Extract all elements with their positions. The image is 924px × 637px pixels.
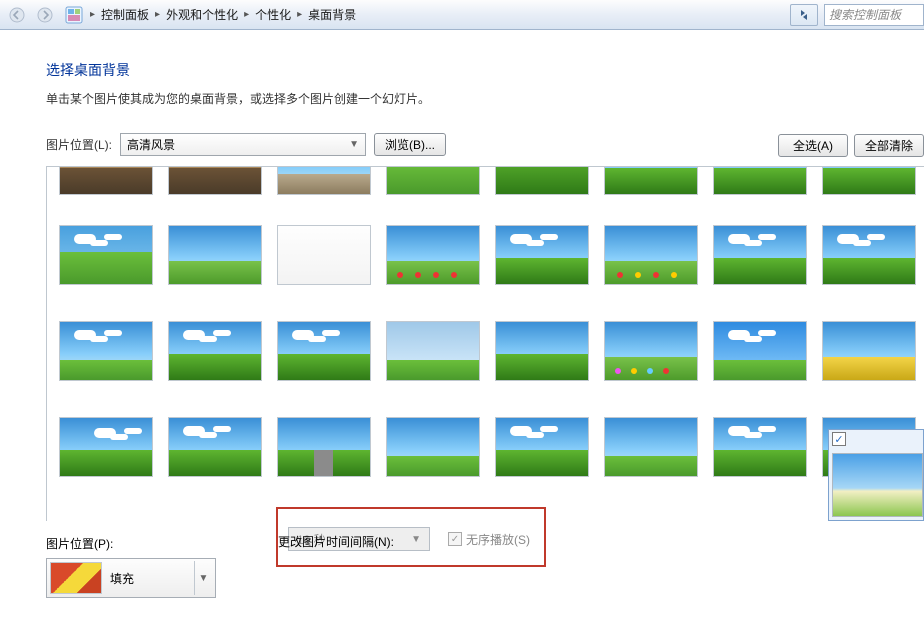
wallpaper-thumb[interactable] [160,169,269,207]
page-title: 选择桌面背景 [46,60,924,80]
picture-location-label: 图片位置(L): [46,136,112,153]
wallpaper-thumb[interactable] [378,303,487,399]
chevron-down-icon: ▼ [194,561,212,595]
search-placeholder: 搜索控制面板 [829,6,901,23]
clear-all-button[interactable]: 全部清除 [854,134,924,157]
wallpaper-thumb[interactable] [596,169,705,207]
fit-preview-icon [50,562,102,594]
wallpaper-thumb[interactable] [487,399,596,495]
wallpaper-image [832,453,923,517]
wallpaper-thumb[interactable] [378,399,487,495]
content-pane: 选择桌面背景 单击某个图片使其成为您的桌面背景，或选择多个图片创建一个幻灯片。 … [0,30,924,598]
breadcrumb-item[interactable]: 外观和个性化 [160,2,244,27]
forward-button[interactable] [32,3,58,27]
nav-left: ▸ 控制面板 ▸ 外观和个性化 ▸ 个性化 ▸ 桌面背景 [4,2,362,27]
wallpaper-thumb[interactable] [705,303,814,399]
picture-position-value: 填充 [110,570,186,587]
back-button[interactable] [4,3,30,27]
breadcrumb-item[interactable]: 个性化 [249,2,297,27]
wallpaper-thumb-selected[interactable]: ✓ [828,429,924,521]
wallpaper-thumb[interactable] [269,399,378,495]
gallery-grid [51,169,924,495]
picture-location-value: 高清风景 [127,136,175,153]
nav-right: 搜索控制面板 [790,0,924,29]
picture-position-label: 图片位置(P): [46,535,216,552]
wallpaper-thumb[interactable] [51,303,160,399]
browse-button[interactable]: 浏览(B)... [374,133,446,156]
wallpaper-thumb[interactable] [51,169,160,207]
breadcrumb-item[interactable]: 桌面背景 [302,2,362,27]
wallpaper-thumb[interactable] [596,303,705,399]
shuffle-checkbox[interactable]: ✓ 无序播放(S) [448,531,530,548]
refresh-button[interactable] [790,4,818,26]
wallpaper-thumb[interactable] [487,207,596,303]
wallpaper-thumb[interactable] [269,303,378,399]
checkbox-icon: ✓ [448,532,462,546]
wallpaper-thumb[interactable] [269,207,378,303]
picture-position-dropdown[interactable]: 填充 ▼ [46,558,216,598]
wallpaper-thumb[interactable] [378,169,487,207]
thumb-checkbox-checked[interactable]: ✓ [832,432,846,446]
selection-buttons: 全选(A) 全部清除 [778,134,924,157]
page-description: 单击某个图片使其成为您的桌面背景，或选择多个图片创建一个幻灯片。 [46,90,924,107]
picture-location-dropdown[interactable]: 高清风景 ▼ [120,133,366,156]
search-input[interactable]: 搜索控制面板 [824,4,924,26]
wallpaper-thumb[interactable] [160,207,269,303]
wallpaper-thumb[interactable] [814,303,923,399]
wallpaper-gallery[interactable]: ✓ [46,166,924,521]
wallpaper-thumb[interactable] [814,169,923,207]
wallpaper-thumb[interactable] [487,303,596,399]
bottom-controls: 图片位置(P): 填充 ▼ 更改图片时间间隔(N): 10 秒 ▼ ✓ 无序播放… [46,521,924,598]
breadcrumb-item[interactable]: 控制面板 [95,2,155,27]
wallpaper-thumb[interactable] [705,207,814,303]
wallpaper-thumb[interactable] [269,169,378,207]
wallpaper-thumb[interactable] [596,207,705,303]
wallpaper-thumb[interactable] [378,207,487,303]
breadcrumb: ▸ 控制面板 ▸ 外观和个性化 ▸ 个性化 ▸ 桌面背景 [90,2,362,27]
address-bar: ▸ 控制面板 ▸ 外观和个性化 ▸ 个性化 ▸ 桌面背景 搜索控制面板 [0,0,924,30]
picture-position-control: 图片位置(P): 填充 ▼ [46,535,216,598]
wallpaper-thumb[interactable] [160,303,269,399]
wallpaper-thumb[interactable] [487,169,596,207]
select-all-button[interactable]: 全选(A) [778,134,848,157]
wallpaper-thumb[interactable] [705,169,814,207]
wallpaper-thumb[interactable] [160,399,269,495]
wallpaper-thumb[interactable] [51,399,160,495]
chevron-down-icon: ▼ [411,534,421,545]
wallpaper-thumb[interactable] [814,207,923,303]
shuffle-label: 无序播放(S) [466,531,530,548]
wallpaper-thumb[interactable] [705,399,814,495]
wallpaper-thumb[interactable] [51,207,160,303]
wallpaper-thumb[interactable] [596,399,705,495]
interval-group: 更改图片时间间隔(N): 10 秒 ▼ ✓ 无序播放(S) [276,535,546,598]
interval-label: 更改图片时间间隔(N): [278,533,394,550]
control-panel-icon [64,5,84,25]
chevron-down-icon: ▼ [349,139,359,150]
